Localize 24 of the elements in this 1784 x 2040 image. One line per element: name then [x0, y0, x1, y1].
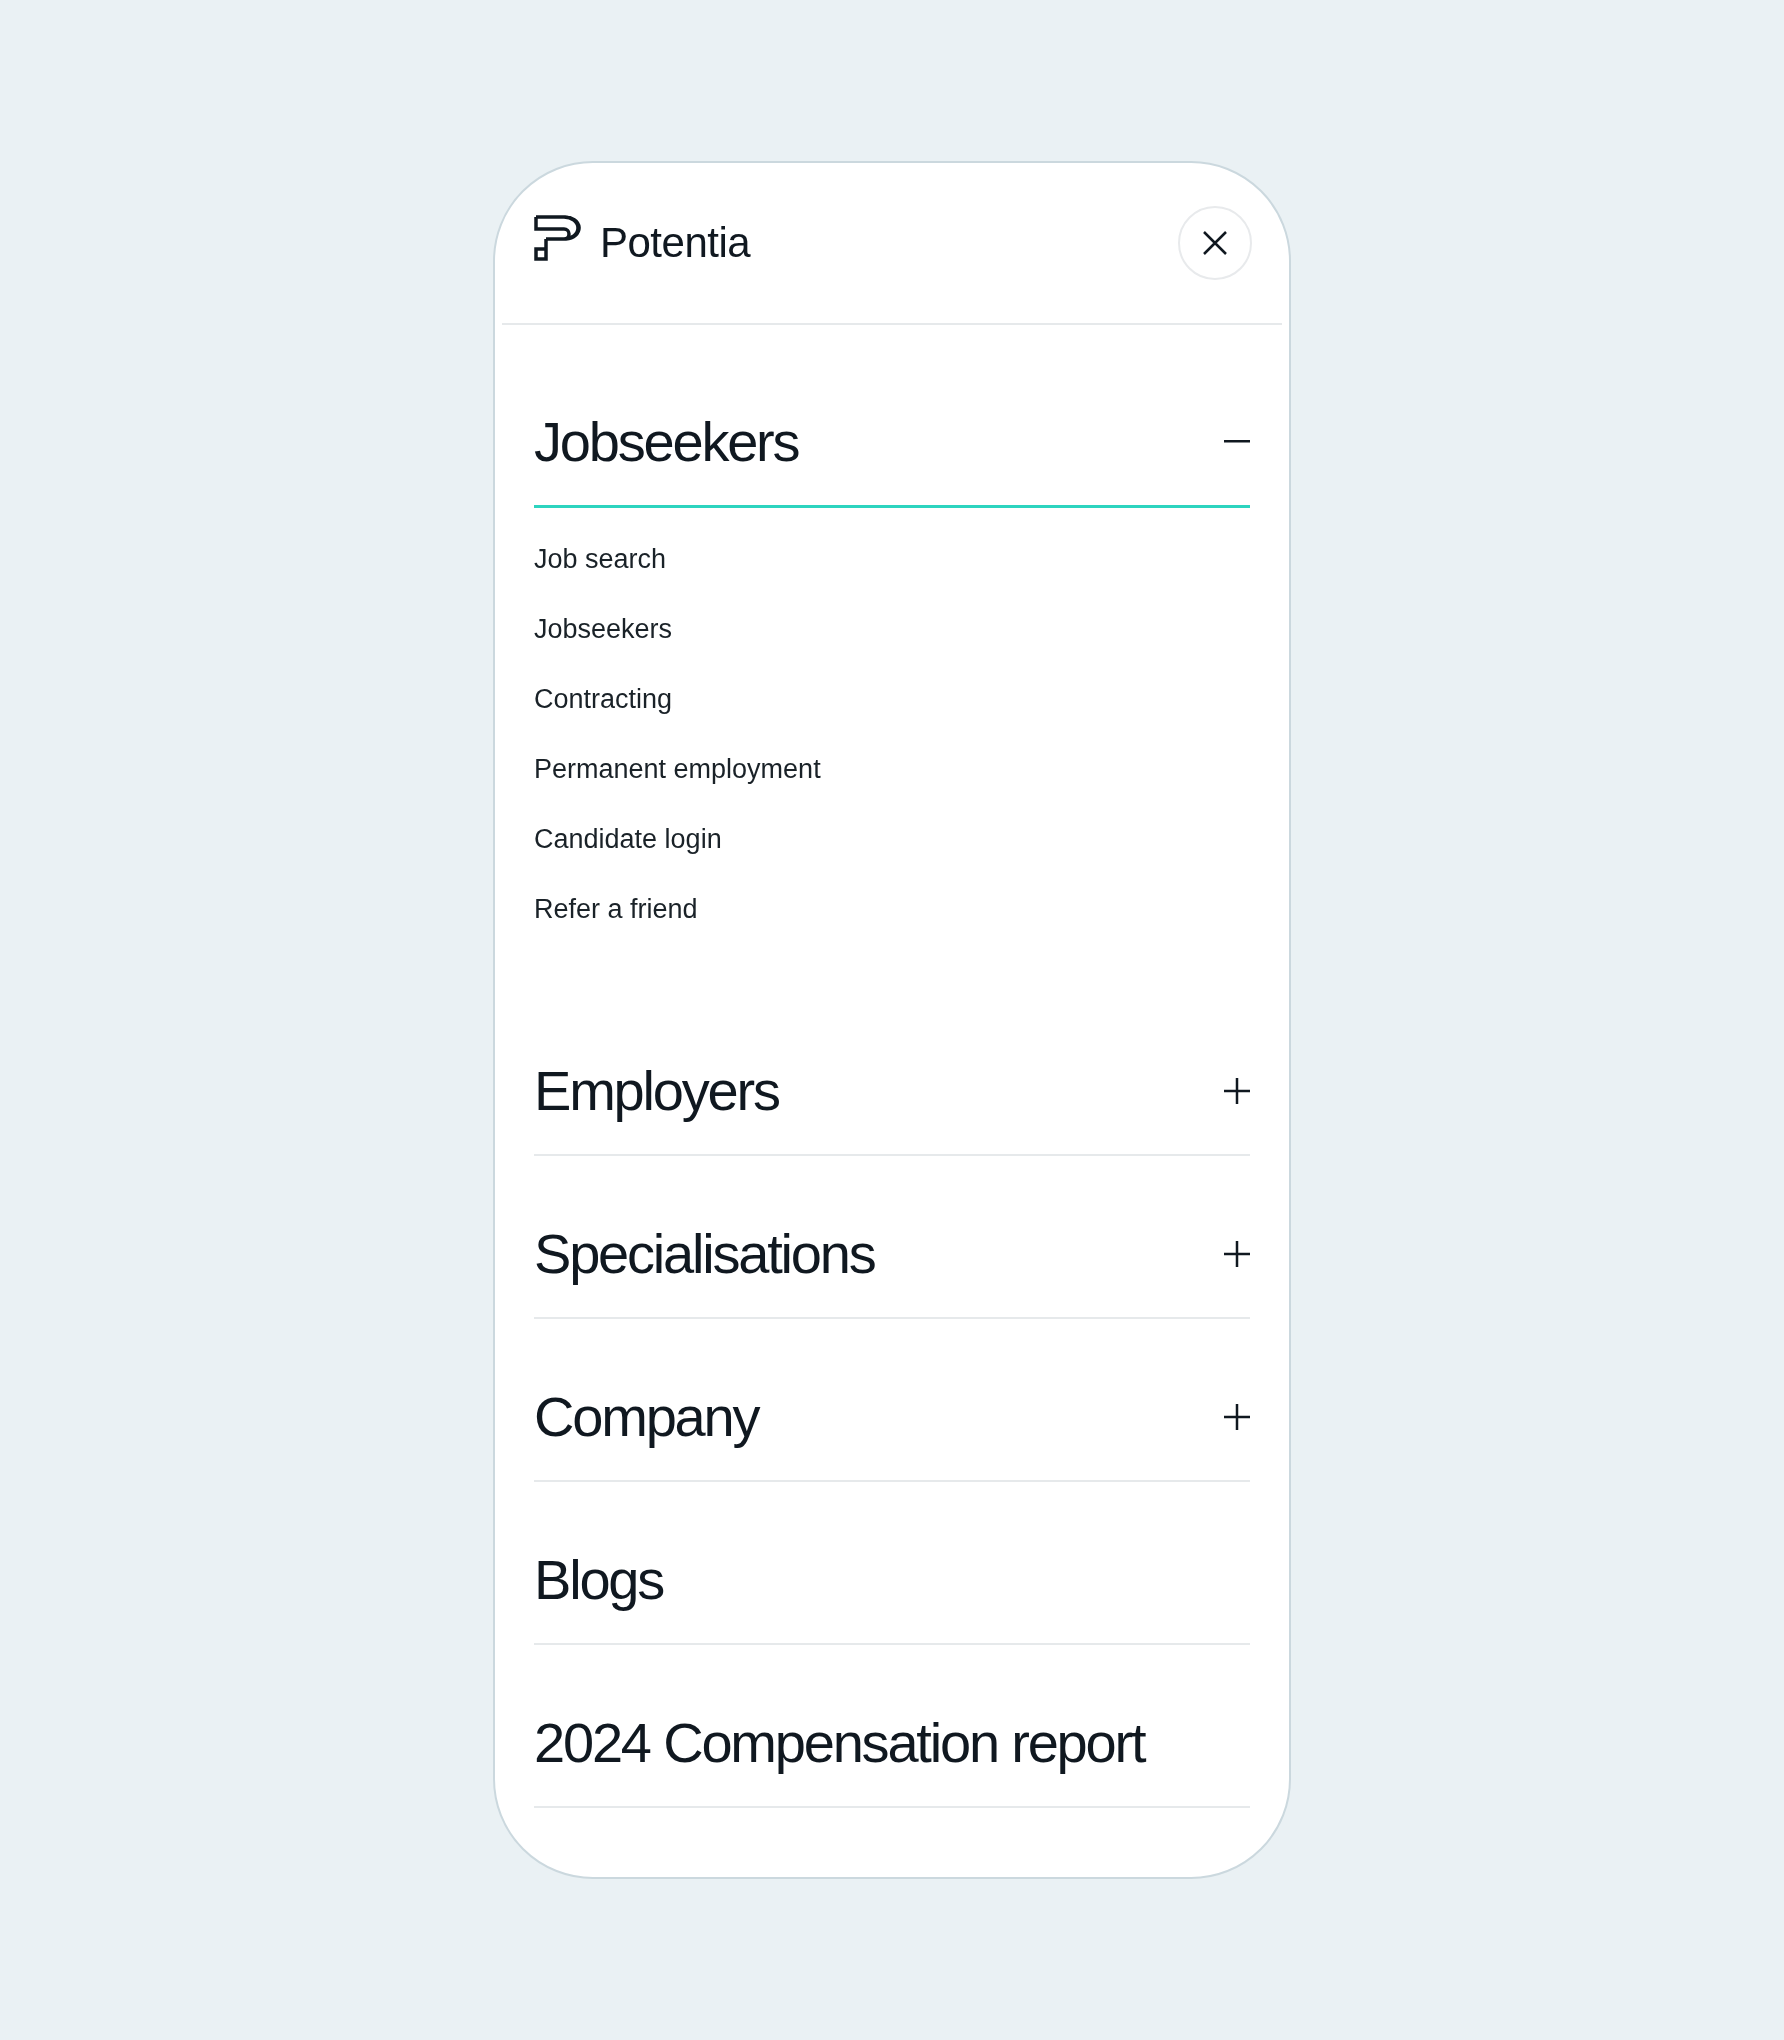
- menu-row[interactable]: Blogs: [534, 1482, 1250, 1645]
- menu-heading: Company: [534, 1384, 759, 1450]
- menu-heading: Employers: [534, 1058, 779, 1124]
- menu-heading: Specialisations: [534, 1221, 875, 1287]
- menu-row[interactable]: 2024 Compensation report: [534, 1645, 1250, 1808]
- submenu-link[interactable]: Job search: [534, 524, 1250, 594]
- menu-row[interactable]: Employers: [534, 993, 1250, 1156]
- menu-heading: Jobseekers: [534, 409, 799, 475]
- close-icon: [1202, 230, 1228, 256]
- plus-icon[interactable]: [1224, 1240, 1250, 1267]
- plus-icon[interactable]: [1224, 1403, 1250, 1430]
- submenu-link[interactable]: Candidate login: [534, 804, 1250, 874]
- menu-row[interactable]: Company: [534, 1319, 1250, 1482]
- submenu-link[interactable]: Refer a friend: [534, 874, 1250, 944]
- menu-row[interactable]: Specialisations: [534, 1156, 1250, 1319]
- submenu-link[interactable]: Contracting: [534, 664, 1250, 734]
- menu-heading: 2024 Compensation report: [534, 1710, 1145, 1776]
- submenu-link[interactable]: Jobseekers: [534, 594, 1250, 664]
- menu-heading: Blogs: [534, 1547, 664, 1613]
- minus-icon[interactable]: [1224, 440, 1250, 443]
- menu-row[interactable]: Jobseekers: [534, 325, 1250, 508]
- plus-icon[interactable]: [1224, 1077, 1250, 1104]
- brand-name: Potentia: [600, 219, 751, 267]
- submenu-link[interactable]: Permanent employment: [534, 734, 1250, 804]
